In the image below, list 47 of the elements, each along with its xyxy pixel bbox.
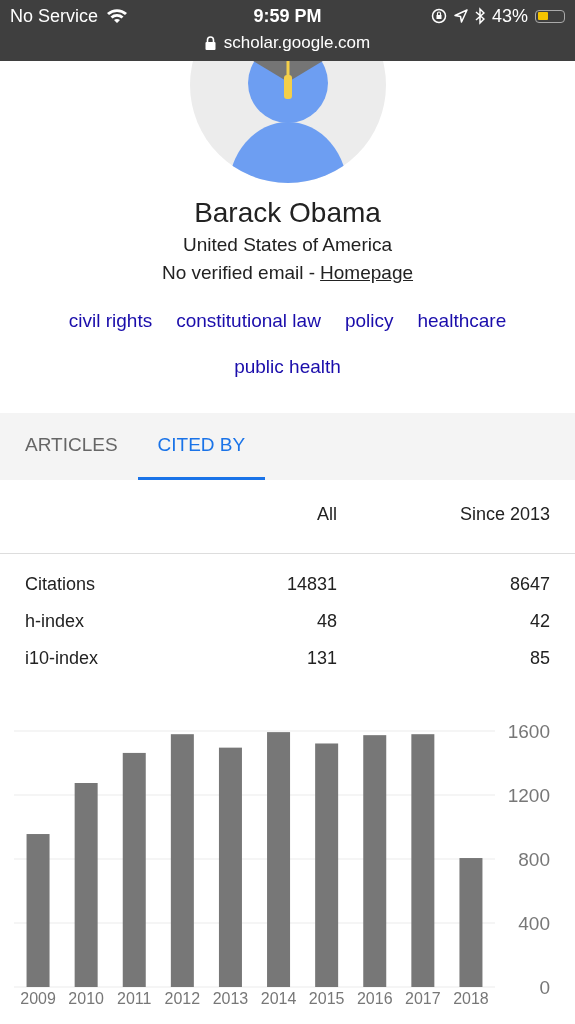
table-cell-text: 42 <box>528 610 550 633</box>
wifi-icon <box>106 8 129 24</box>
tab[interactable]: ARTICLES <box>5 413 138 480</box>
url-text[interactable]: scholar.google.com <box>223 33 371 53</box>
table-cell-text: 48 <box>315 610 337 633</box>
table-cell-text: Citations <box>25 573 97 596</box>
table-cell-text: h-index <box>25 610 86 633</box>
y-tick-label: 400 <box>518 913 550 934</box>
interest-link[interactable]: civil rights <box>68 308 153 334</box>
x-tick-label: 2010 <box>68 990 104 1007</box>
table-cell-text: 85 <box>528 647 550 670</box>
x-tick-label: 2012 <box>164 990 201 1007</box>
affiliation-text: United States of America <box>182 233 393 257</box>
interest-link[interactable]: healthcare <box>417 308 507 334</box>
y-tick-label: 800 <box>518 849 550 870</box>
interest-link[interactable]: policy <box>344 308 394 334</box>
tab[interactable]: CITED BY <box>137 413 266 480</box>
y-tick-label: 1200 <box>507 785 550 806</box>
homepage-link[interactable]: Homepage <box>320 259 414 287</box>
table-cell-text: i10-index <box>25 647 100 670</box>
table-cell-text: 14831 <box>285 573 337 596</box>
column-header: Since 2013 <box>458 504 550 526</box>
y-tick-label: 0 <box>539 977 550 998</box>
carrier-text: No Service <box>10 5 99 27</box>
x-tick-label: 2011 <box>117 990 152 1007</box>
rotation-lock-icon <box>430 8 447 24</box>
interest-link[interactable]: public health <box>234 354 341 380</box>
lock-icon <box>204 36 216 50</box>
table-cell-text: 8647 <box>508 573 550 596</box>
x-tick-label: 2009 <box>20 990 56 1007</box>
email-status-text: No verified email - <box>161 261 316 285</box>
clock-time: 9:59 PM <box>253 5 322 27</box>
table-cell-text: 131 <box>305 647 337 670</box>
battery-icon <box>535 9 565 23</box>
x-tick-label: 2016 <box>356 990 393 1007</box>
x-tick-label: 2013 <box>212 990 249 1007</box>
interest-link[interactable]: constitutional law <box>176 308 321 334</box>
column-header: All <box>316 504 337 526</box>
bluetooth-icon <box>474 7 485 25</box>
x-tick-label: 2018 <box>453 990 489 1007</box>
y-tick-label: 1600 <box>507 721 550 742</box>
x-tick-label: 2015 <box>308 990 345 1007</box>
battery-percent: 43% <box>491 5 528 27</box>
location-arrow-icon <box>453 9 468 23</box>
x-tick-label: 2017 <box>405 990 441 1007</box>
x-tick-label: 2014 <box>260 990 297 1007</box>
profile-name: Barack Obama <box>194 196 381 230</box>
